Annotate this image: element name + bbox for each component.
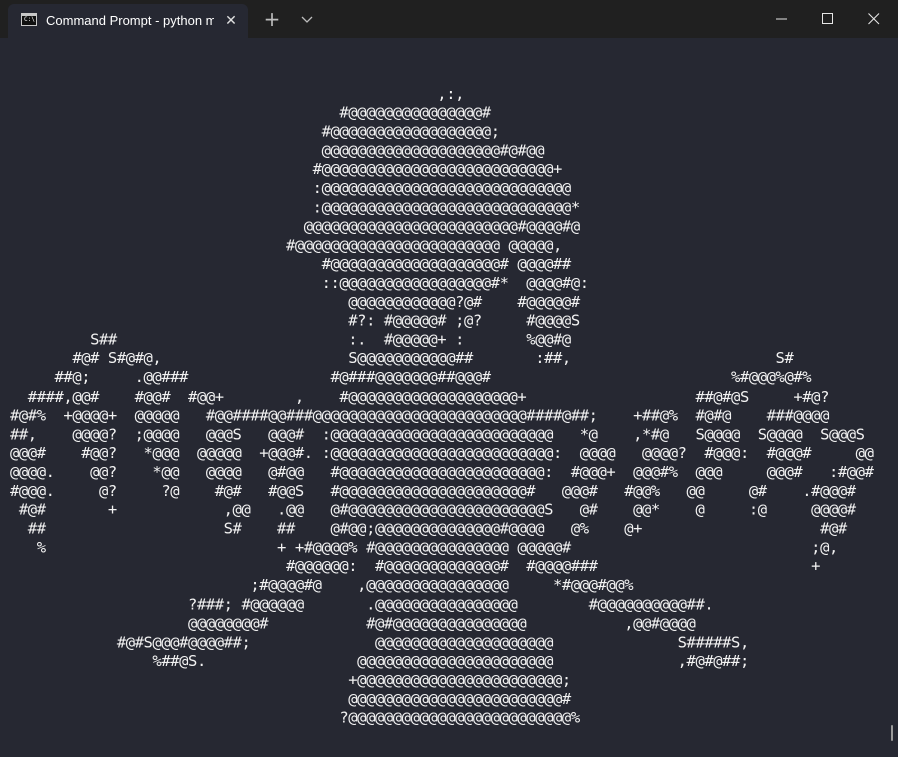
console-line: ##@; .@@### #@###@@@@@@@##@@@# %#@@@%@#% [10,368,812,387]
console-line: #@@@@@@@@@@@@@@@@@@; [10,122,500,141]
console-line: @@@@@@@@@@@@@@@@@@@@#@#@@ [10,141,545,160]
title-bar[interactable]: C:\ Command Prompt - python ma ✕ + [0,0,898,38]
console-line: @@@@. @@? *@@ @@@@ @#@@ #@@@@@@@@@@@@@@@… [10,463,874,481]
console-line: +@@@@@@@@@@@@@@@@@@@@@@@; [10,670,571,689]
console-line: @@@@@@@@@@@@@@@@@@@@@@@@#@@@@#@ [10,217,580,236]
tab-command-prompt[interactable]: C:\ Command Prompt - python ma ✕ [8,4,248,38]
terminal-pane[interactable]: ,:, #@@@@@@@@@@@@@@@# #@@@@@@@@@@@@@@@@@… [0,38,898,757]
console-line: #@# S#@#@, S@@@@@@@@@@@## :##, S# [10,349,794,368]
console-line: ##, @@@@? ;@@@@ @@@S @@@# :@@@@@@@@@@@@@… [10,425,865,444]
console-line: #@#% +@@@@+ @@@@@ #@@####@@###@@@@@@@@@@… [10,406,829,425]
maximize-icon [822,13,833,24]
console-line: #@@@@@@@@@@@@@@@@@@@# @@@@## [10,255,572,273]
close-tab-button[interactable]: ✕ [222,12,240,30]
console-line: %##@S. @@@@@@@@@@@@@@@@@@@@@@ ,#@#@##; [10,652,749,670]
console-line: ;#@@@@#@ ,@@@@@@@@@@@@@@@@ *#@@@#@@% [10,576,634,595]
close-window-button[interactable] [851,0,897,38]
console-line: % + +#@@@@% #@@@@@@@@@@@@@@@ @@@@@# ;@, [10,538,839,557]
new-tab-button[interactable]: + [262,9,282,29]
console-line: ?###; #@@@@@@ .@@@@@@@@@@@@@@@@ #@@@@@@@… [10,595,714,614]
console-line: :@@@@@@@@@@@@@@@@@@@@@@@@@@@@* [10,198,580,217]
close-icon [868,13,880,25]
console-line: #@#S@@@#@@@@##; @@@@@@@@@@@@@@@@@@@@ S##… [10,633,749,652]
cmd-icon: C:\ [21,13,37,26]
console-line: #@@@@@@@@@@@@@@@@@@@@@@@ @@@@@, [10,236,562,255]
minimize-icon [776,18,787,20]
console-line: S## :. #@@@@@+ : %@@#@ [10,330,571,349]
console-line: #@@@@@@: #@@@@@@@@@@@@@# #@@@@### + [10,557,821,576]
console-output: ,:, #@@@@@@@@@@@@@@@# #@@@@@@@@@@@@@@@@@… [10,85,874,728]
console-line: #@@@@@@@@@@@@@@@# [10,103,491,122]
console-line: #?: #@@@@@# ;@? #@@@@S [10,311,580,330]
chevron-down-icon[interactable] [298,10,316,28]
scrollbar-thumb[interactable] [891,725,893,741]
console-line: @@@@@@@@@@@@@@@@@@@@@@@@# [10,689,571,708]
minimize-button[interactable] [759,0,805,38]
console-line: ::@@@@@@@@@@@@@@@@@#* @@@@#@: [10,274,589,292]
console-line: ?@@@@@@@@@@@@@@@@@@@@@@@@@% [10,708,580,727]
console-line: :@@@@@@@@@@@@@@@@@@@@@@@@@@@@ [10,179,572,198]
console-line: ####,@@# #@@# #@@+ , #@@@@@@@@@@@@@@@@@@… [10,387,830,406]
cmd-icon-text: C:\ [24,16,35,23]
console-line: #@@@. @? ?@ #@# #@@S #@@@@@@@@@@@@@@@@@@… [10,481,856,500]
console-line: @@@@@@@@# #@#@@@@@@@@@@@@@@@ ,@@#@@@@ [10,614,696,633]
console-line: ,:, [10,85,464,103]
console-line: #@@@@@@@@@@@@@@@@@@@@@@@@@@+ [10,160,563,179]
console-line: @@@@@@@@@@@@?@# #@@@@@# [10,292,580,311]
console-line: #@# + ,@@ .@@ @#@@@@@@@@@@@@@@@@@@@@@@S … [10,500,856,519]
terminal-window: C:\ Command Prompt - python ma ✕ + ,:, #… [0,0,898,757]
tab-title: Command Prompt - python ma [46,13,214,28]
maximize-button[interactable] [805,0,851,38]
console-line: ## S# ## @#@@;@@@@@@@@@@@@@@#@@@@ @% @+ … [10,519,847,538]
console-line: @@@# #@@? *@@@ @@@@@ +@@@#. :@@@@@@@@@@@… [10,444,874,462]
